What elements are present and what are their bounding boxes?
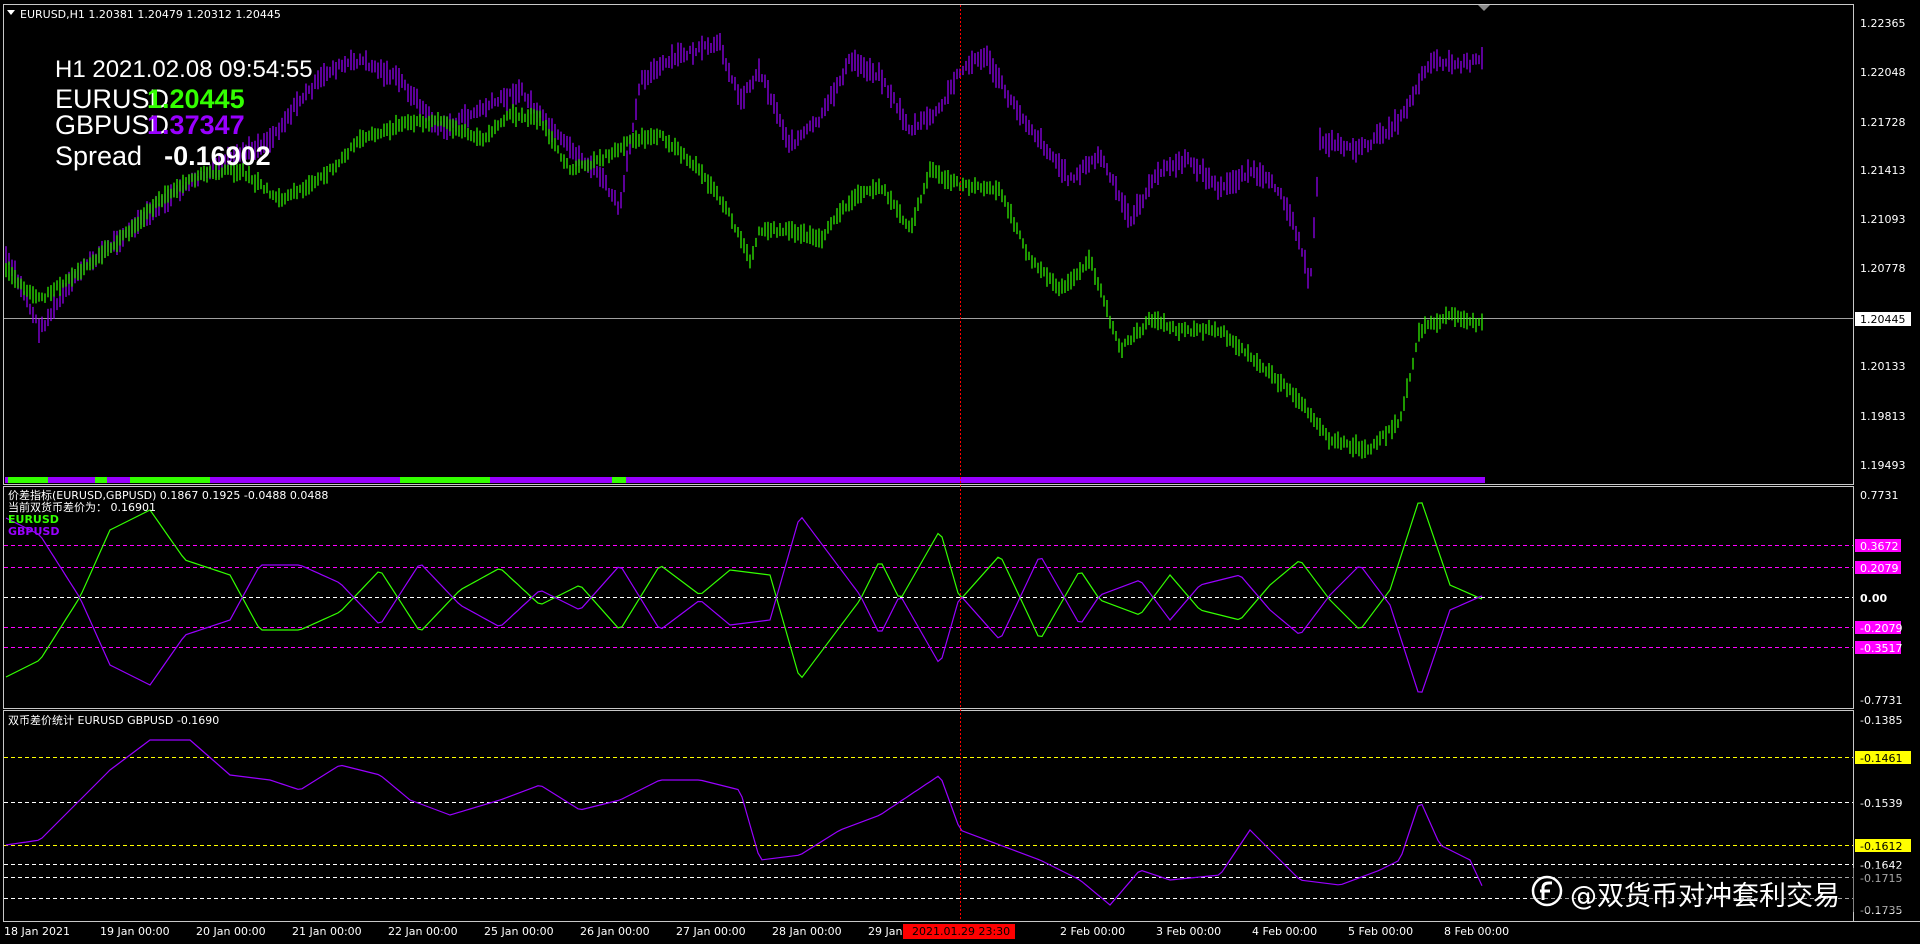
ind1-axis-label: 0.7731 bbox=[1860, 489, 1899, 502]
ind2-axis-label: -0.1539 bbox=[1860, 797, 1902, 810]
price-label: 1.21093 bbox=[1860, 213, 1906, 226]
price-label: 1.21728 bbox=[1860, 116, 1906, 129]
price-label: 1.19493 bbox=[1860, 459, 1906, 472]
signal-strip-gbpusd bbox=[5, 477, 1485, 483]
signal-strip-eurusd-2 bbox=[95, 477, 107, 483]
indicator1-axis: 0.7731 0.3672 0.2079 0.00 -0.2079 -0.351… bbox=[1855, 489, 1902, 707]
signal-strip-eurusd-3 bbox=[130, 477, 210, 483]
price-label: 1.22048 bbox=[1860, 66, 1906, 79]
indicator1-legend-gbpusd: GBPUSD bbox=[8, 525, 60, 538]
time-axis: 18 Jan 2021 19 Jan 00:00 20 Jan 00:00 21… bbox=[4, 924, 1509, 939]
time-label: 8 Feb 00:00 bbox=[1444, 925, 1509, 938]
time-label: 2 Feb 00:00 bbox=[1060, 925, 1125, 938]
spread-label: Spread bbox=[55, 141, 143, 171]
crosshair-time-label: 2021.01.29 23:30 bbox=[912, 925, 1010, 938]
ind1-axis-label: -0.3517 bbox=[1860, 642, 1902, 655]
time-label: 22 Jan 00:00 bbox=[388, 925, 458, 938]
current-price-tag-text: 1.20445 bbox=[1860, 313, 1906, 326]
time-label: 21 Jan 00:00 bbox=[292, 925, 362, 938]
time-label: 29 Jan bbox=[868, 925, 902, 938]
chart-canvas[interactable]: 1.22365 1.22048 1.21728 1.21413 1.21093 … bbox=[0, 0, 1920, 944]
overlay-spread: Spread -0.16902 bbox=[55, 141, 271, 172]
ind1-axis-label: 0.2079 bbox=[1860, 562, 1899, 575]
price-label: 1.20133 bbox=[1860, 360, 1906, 373]
spread-value: -0.16902 bbox=[164, 141, 271, 171]
overlay-pair2: GBPUSD1.37347 bbox=[55, 112, 245, 139]
signal-strip-eurusd-5 bbox=[612, 477, 626, 483]
ind1-axis-label: -0.7731 bbox=[1860, 694, 1902, 707]
ind2-axis-label: -0.1612 bbox=[1860, 840, 1902, 853]
time-label: 5 Feb 00:00 bbox=[1348, 925, 1413, 938]
time-label: 28 Jan 00:00 bbox=[772, 925, 842, 938]
time-label: 4 Feb 00:00 bbox=[1252, 925, 1317, 938]
price-label: 1.19813 bbox=[1860, 410, 1906, 423]
price-label: 1.22365 bbox=[1860, 17, 1906, 30]
time-label: 19 Jan 00:00 bbox=[100, 925, 170, 938]
indicator1-gbpusd-line bbox=[5, 516, 1483, 693]
indicator1-levels bbox=[4, 545, 1853, 648]
main-price-axis: 1.22365 1.22048 1.21728 1.21413 1.21093 … bbox=[1855, 17, 1911, 472]
ind2-axis-label: -0.1385 bbox=[1860, 714, 1902, 727]
signal-strip-eurusd-1 bbox=[8, 477, 48, 483]
time-label: 27 Jan 00:00 bbox=[676, 925, 746, 938]
ind1-axis-label: 0.3672 bbox=[1860, 540, 1899, 553]
pair2-value: 1.37347 bbox=[147, 110, 245, 140]
signal-strip-eurusd-4 bbox=[400, 477, 490, 483]
time-label: 18 Jan 2021 bbox=[4, 925, 70, 938]
time-label: 26 Jan 00:00 bbox=[580, 925, 650, 938]
watermark-text: @双货币对冲套利交易 bbox=[1570, 881, 1840, 912]
mt4-chart-window: 1.22365 1.22048 1.21728 1.21413 1.21093 … bbox=[0, 0, 1920, 944]
overlay-pair1: EURUSD1.20445 bbox=[55, 86, 245, 113]
time-label: 20 Jan 00:00 bbox=[196, 925, 266, 938]
price-label: 1.21413 bbox=[1860, 164, 1906, 177]
indicator2-spread-line bbox=[5, 739, 1483, 906]
weibo-logo-icon bbox=[1531, 875, 1563, 907]
watermark: @双货币对冲套利交易 bbox=[1528, 868, 1920, 912]
time-label: 3 Feb 00:00 bbox=[1156, 925, 1221, 938]
dropdown-triangle-icon[interactable] bbox=[7, 10, 15, 15]
price-label: 1.20778 bbox=[1860, 262, 1906, 275]
time-label: 25 Jan 00:00 bbox=[484, 925, 554, 938]
symbol-header: EURUSD,H1 1.20381 1.20479 1.20312 1.2044… bbox=[20, 8, 281, 21]
chart-shift-marker-icon[interactable] bbox=[1478, 5, 1490, 11]
ind1-axis-label: -0.2079 bbox=[1860, 622, 1902, 635]
indicator1-eurusd-line bbox=[5, 502, 1483, 679]
overlay-time: H1 2021.02.08 09:54:55 bbox=[55, 56, 313, 83]
indicator2-title: 双币差价统计 EURUSD GBPUSD -0.1690 bbox=[8, 714, 220, 727]
ind2-axis-label: -0.1461 bbox=[1860, 752, 1902, 765]
ind1-axis-label: 0.00 bbox=[1860, 592, 1887, 605]
